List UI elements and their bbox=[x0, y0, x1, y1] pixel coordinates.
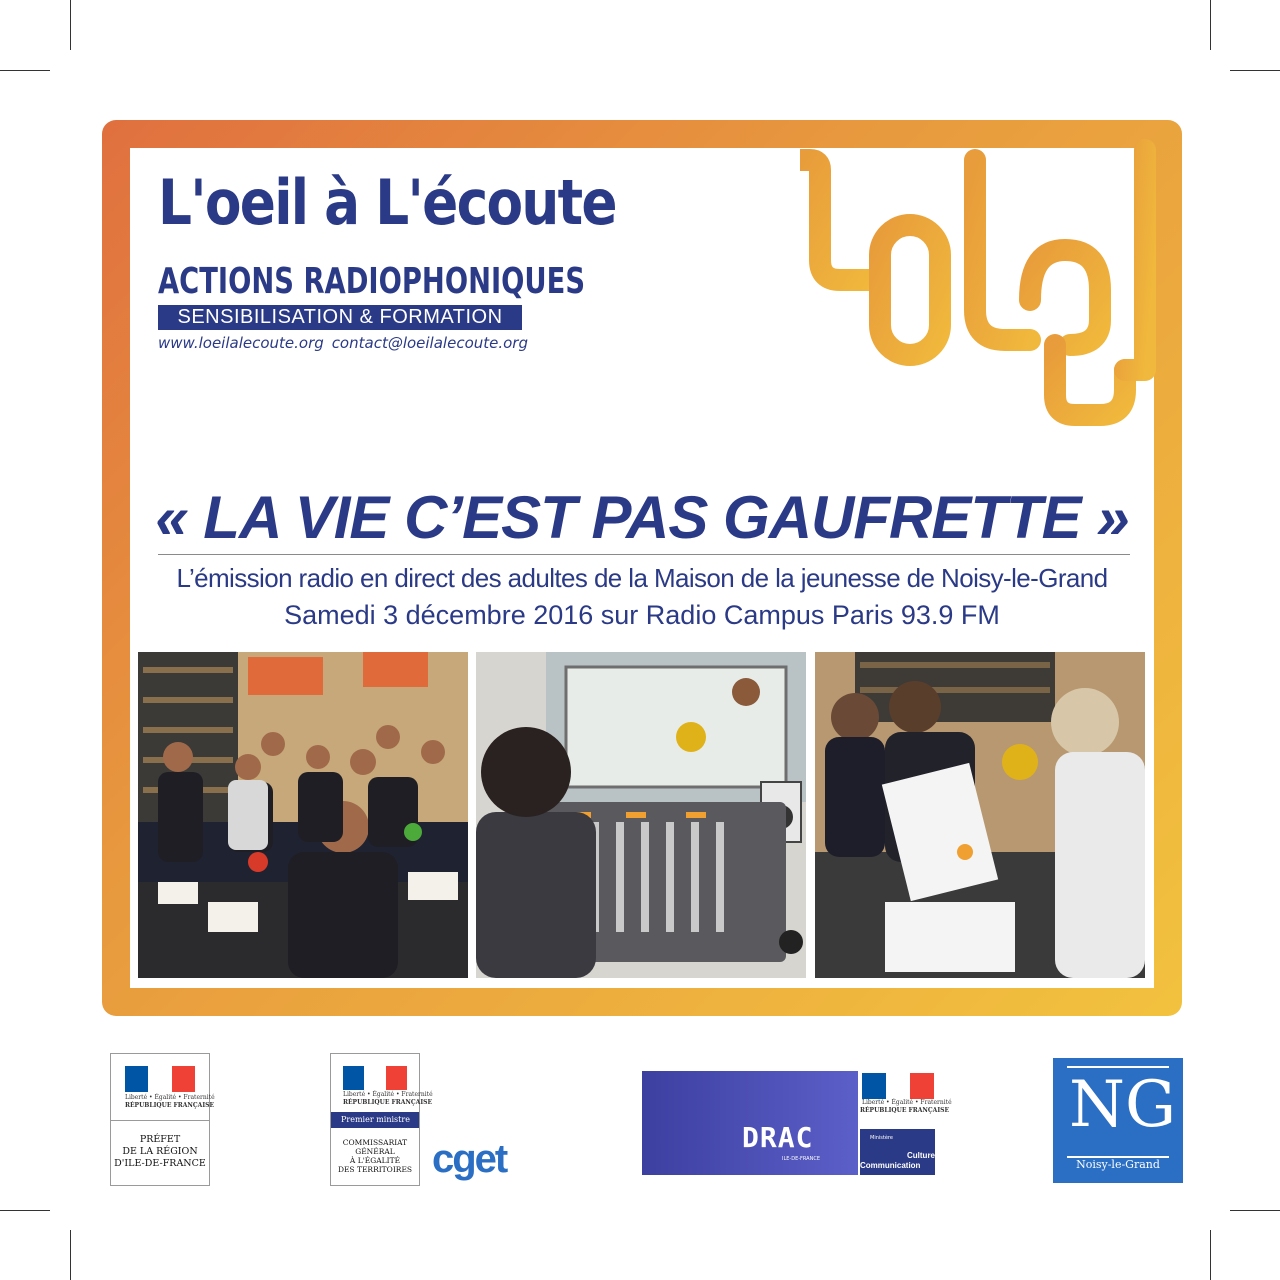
website-link[interactable]: www.loeilalecoute.org bbox=[158, 334, 324, 352]
event-date: Samedi 3 décembre 2016 sur Radio Campus … bbox=[284, 600, 1000, 630]
photo-microphone bbox=[815, 652, 1145, 978]
crop-mark bbox=[70, 1230, 71, 1280]
brand-title: L'oeil à L'écoute bbox=[158, 166, 618, 239]
crop-mark bbox=[70, 0, 71, 50]
crop-mark bbox=[1230, 70, 1280, 71]
crop-mark bbox=[0, 70, 50, 71]
brand-bar: SENSIBILISATION & FORMATION bbox=[158, 305, 522, 330]
prefet-line: PRÉFET bbox=[139, 1134, 181, 1145]
cget-wordmark: cget bbox=[432, 1137, 508, 1181]
brand-tagline: ACTIONS RADIOPHONIQUES bbox=[158, 261, 586, 302]
cget-line: GÉNÉRAL bbox=[355, 1147, 395, 1156]
ministere-band: Ministère Culture Communication bbox=[860, 1129, 935, 1175]
cget-line: COMMISSARIAT bbox=[342, 1138, 408, 1147]
event-subtitle: L’émission radio en direct des adultes d… bbox=[176, 563, 1109, 593]
prefet-text: PRÉFET DE LA RÉGION D'ILE-DE-FRANCE bbox=[111, 1134, 209, 1170]
motto-text: Liberté • Égalité • Fraternité bbox=[125, 1094, 215, 1101]
email-link[interactable]: contact@loeilalecoute.org bbox=[332, 334, 528, 352]
prefet-line: DE LA RÉGION bbox=[122, 1146, 198, 1157]
motto-text: Liberté • Égalité • Fraternité bbox=[343, 1091, 433, 1098]
republic-text: RÉPUBLIQUE FRANÇAISE bbox=[860, 1107, 950, 1114]
communication-text: Communication bbox=[860, 1161, 921, 1170]
cget-line: DES TERRITOIRES bbox=[337, 1165, 413, 1174]
french-flag-icon bbox=[125, 1066, 195, 1092]
ng-letters: NG bbox=[1069, 1068, 1177, 1142]
drac-name: DRAC bbox=[742, 1121, 814, 1154]
drac-logo: DRAC ILE-DE-FRANCE bbox=[642, 1071, 858, 1175]
noisy-name: Noisy-le-Grand bbox=[1076, 1158, 1160, 1171]
drac-region: ILE-DE-FRANCE bbox=[782, 1156, 820, 1162]
culture-text: Culture bbox=[907, 1151, 935, 1160]
prefet-logo: Liberté • Égalité • Fraternité RÉPUBLIQU… bbox=[110, 1053, 215, 1186]
crop-mark bbox=[1210, 0, 1211, 50]
cget-line: À L'ÉGALITÉ bbox=[349, 1156, 401, 1165]
crop-mark bbox=[0, 1210, 50, 1211]
noisy-le-grand-logo: NG Noisy-le-Grand bbox=[1053, 1058, 1183, 1183]
crop-mark bbox=[1230, 1210, 1280, 1211]
french-flag-icon bbox=[343, 1066, 407, 1090]
cget-text: COMMISSARIAT GÉNÉRAL À L'ÉGALITÉ DES TER… bbox=[331, 1138, 419, 1174]
cget-logo: Liberté • Égalité • Fraternité RÉPUBLIQU… bbox=[330, 1053, 433, 1186]
prefet-line: D'ILE-DE-FRANCE bbox=[114, 1158, 206, 1169]
event-title: « LA VIE C’EST PAS GAUFRETTE » bbox=[155, 484, 1129, 551]
motto-text: Liberté • Égalité • Fraternité bbox=[862, 1099, 952, 1106]
title-divider bbox=[158, 554, 1130, 555]
french-flag-icon bbox=[862, 1073, 934, 1099]
lole-logo-icon bbox=[800, 139, 1156, 426]
republic-text: RÉPUBLIQUE FRANÇAISE bbox=[125, 1102, 215, 1109]
premier-ministre-band: Premier ministre bbox=[331, 1112, 419, 1128]
photo-studio-group bbox=[138, 652, 468, 978]
brand-links: www.loeilalecoute.org contact@loeilaleco… bbox=[158, 334, 528, 352]
republic-text: RÉPUBLIQUE FRANÇAISE bbox=[343, 1099, 433, 1106]
ministere-culture-logo: Liberté • Égalité • Fraternité RÉPUBLIQU… bbox=[860, 1071, 952, 1175]
ministere-text: Ministère bbox=[870, 1135, 893, 1141]
photo-mixing-desk bbox=[476, 652, 806, 978]
crop-mark bbox=[1210, 1230, 1211, 1280]
